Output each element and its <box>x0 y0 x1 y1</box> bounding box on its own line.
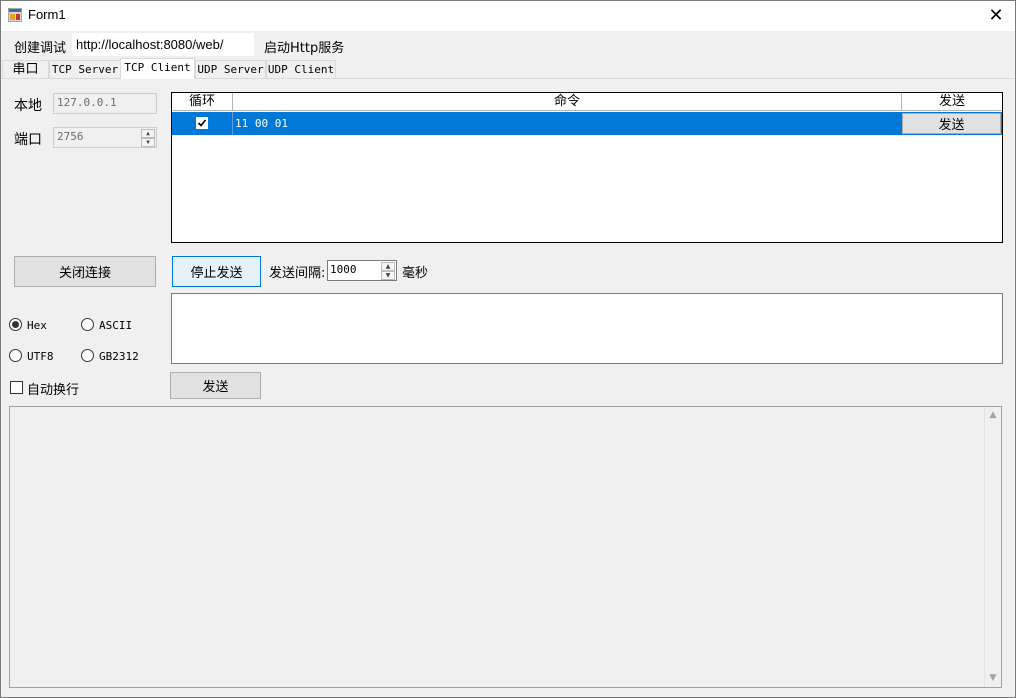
send-button[interactable]: 发送 <box>170 372 261 399</box>
close-icon[interactable]: ✕ <box>976 0 1016 31</box>
url-input[interactable] <box>72 33 254 56</box>
radio-utf8[interactable] <box>9 349 22 362</box>
scroll-up-icon[interactable]: ▲ <box>985 407 1001 424</box>
command-cell[interactable]: 11 00 01 <box>233 112 902 135</box>
column-header-command[interactable]: 命令 <box>233 93 902 111</box>
unit-label: 毫秒 <box>402 266 429 281</box>
interval-value[interactable]: 1000 <box>330 263 357 276</box>
table-row[interactable]: 11 00 01 发送 <box>172 112 1002 135</box>
loop-cell[interactable] <box>172 112 233 135</box>
radio-gb2312[interactable] <box>81 349 94 362</box>
local-ip-field[interactable]: 127.0.0.1 <box>53 93 157 114</box>
local-label: 本地 <box>14 98 42 114</box>
title-bar[interactable] <box>0 0 1016 32</box>
radio-utf8-label[interactable]: UTF8 <box>27 350 54 363</box>
app-icon <box>7 7 23 23</box>
output-log[interactable]: ▲ ▼ <box>9 406 1002 688</box>
up-arrow-icon[interactable]: ▲ <box>141 129 155 138</box>
auto-wrap-label[interactable]: 自动换行 <box>27 379 79 398</box>
auto-wrap-checkbox[interactable] <box>10 381 23 394</box>
tab-udp-client[interactable]: UDP Client <box>266 60 336 78</box>
stop-send-button[interactable]: 停止发送 <box>172 256 261 287</box>
start-http-service-menu[interactable]: 启动Http服务 <box>264 37 344 56</box>
output-scrollbar[interactable]: ▲ ▼ <box>984 407 1001 687</box>
column-header-loop[interactable]: 循环 <box>172 93 233 111</box>
port-label: 端口 <box>14 132 42 148</box>
radio-hex[interactable] <box>9 318 22 331</box>
radio-ascii[interactable] <box>81 318 94 331</box>
port-spin-buttons[interactable]: ▲ ▼ <box>141 129 155 147</box>
interval-label: 发送间隔: <box>269 266 326 281</box>
command-grid[interactable]: 循环 命令 发送 11 00 01 发送 <box>171 92 1003 243</box>
tab-udp-server[interactable]: UDP Server <box>195 60 266 78</box>
up-arrow-icon[interactable]: ▲ <box>381 262 395 271</box>
down-arrow-icon[interactable]: ▼ <box>381 271 395 280</box>
radio-gb2312-label[interactable]: GB2312 <box>99 350 139 363</box>
send-text-input[interactable] <box>171 293 1003 364</box>
interval-stepper[interactable]: 1000 ▲ ▼ <box>327 260 397 281</box>
row-send-button[interactable]: 发送 <box>902 113 1001 134</box>
column-header-send[interactable]: 发送 <box>902 93 1002 111</box>
close-connection-button[interactable]: 关闭连接 <box>14 256 156 287</box>
tab-tcp-client[interactable]: TCP Client <box>120 58 195 79</box>
tab-serial[interactable]: 串口 <box>2 60 49 78</box>
create-debug-menu[interactable]: 创建调试 <box>14 37 66 56</box>
loop-checkbox[interactable] <box>196 117 208 129</box>
port-stepper[interactable]: 2756 ▲ ▼ <box>53 127 157 148</box>
tab-tcp-server[interactable]: TCP Server <box>49 60 121 78</box>
window-title: Form1 <box>28 7 66 22</box>
scroll-down-icon[interactable]: ▼ <box>985 670 1001 687</box>
port-value: 2756 <box>57 130 84 143</box>
down-arrow-icon[interactable]: ▼ <box>141 138 155 147</box>
check-icon <box>197 119 207 127</box>
interval-spin-buttons[interactable]: ▲ ▼ <box>381 262 395 280</box>
radio-hex-label[interactable]: Hex <box>27 319 47 332</box>
radio-ascii-label[interactable]: ASCII <box>99 319 132 332</box>
